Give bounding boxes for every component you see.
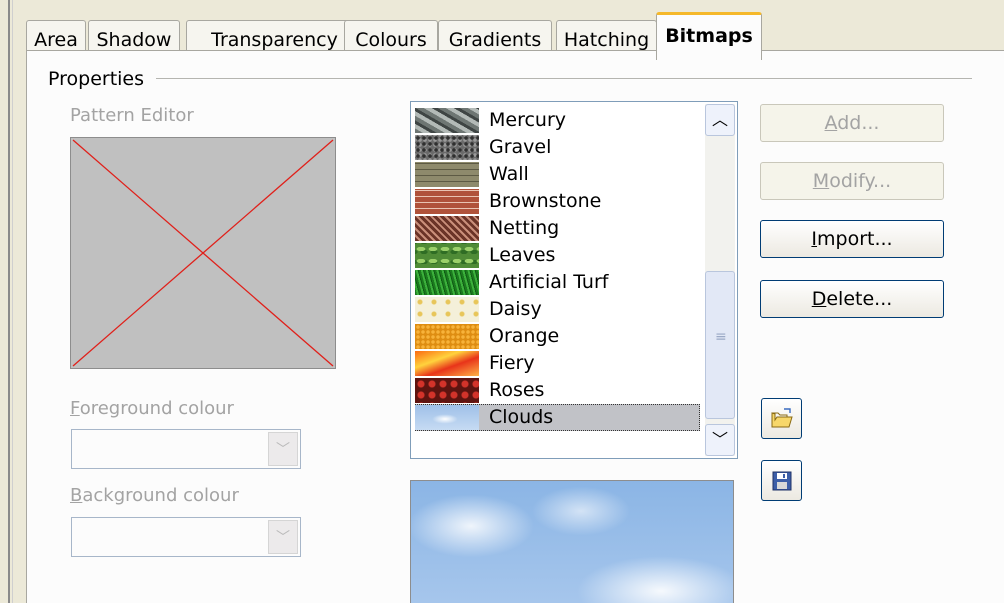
modify-button[interactable]: Modify... (760, 162, 944, 200)
load-bitmap-list-button[interactable] (761, 398, 802, 439)
foreground-colour-label: Foreground colour (70, 398, 234, 419)
bitmap-preview (410, 480, 734, 603)
tab-bitmaps[interactable]: Bitmaps (656, 12, 762, 60)
background-colour-label: Background colour (70, 485, 239, 506)
pattern-editor (70, 137, 336, 369)
gravel-thumbnail (415, 135, 479, 160)
list-item-label: Daisy (489, 298, 542, 320)
list-item-label: Wall (489, 163, 529, 185)
scroll-thumb[interactable]: ≡ (705, 271, 735, 419)
add-button[interactable]: Add... (760, 104, 944, 142)
list-item[interactable]: Fiery (415, 350, 700, 377)
list-item-label: Gravel (489, 136, 552, 158)
list-item-label: Clouds (489, 406, 554, 428)
list-item-label: Artificial Turf (489, 271, 609, 293)
bitmap-list[interactable]: Mercury Gravel Wall Brownstone Netting L… (410, 101, 738, 459)
list-item-label: Fiery (489, 352, 535, 374)
leaves-thumbnail (415, 243, 479, 268)
window-edge-highlight (12, 0, 13, 603)
open-folder-icon (771, 408, 793, 428)
fiery-thumbnail (415, 351, 479, 376)
chevron-down-icon: ﹀ (711, 430, 728, 449)
list-item[interactable]: Wall (415, 161, 700, 188)
list-scrollbar[interactable]: ︿ ≡ ﹀ (705, 104, 735, 456)
list-item[interactable]: Mercury (415, 107, 700, 134)
orange-thumbnail (415, 324, 479, 349)
list-item-label: Brownstone (489, 190, 602, 212)
floppy-disk-icon (772, 471, 792, 491)
import-button[interactable]: Import... (760, 220, 944, 258)
list-item[interactable]: Brownstone (415, 188, 700, 215)
wall-thumbnail (415, 162, 479, 187)
list-item-label: Leaves (489, 244, 556, 266)
list-item[interactable]: Roses (415, 377, 700, 404)
chevron-down-icon[interactable]: ﹀ (268, 432, 298, 466)
list-item[interactable]: Orange (415, 323, 700, 350)
foreground-colour-select[interactable]: ﹀ (71, 429, 301, 469)
list-item[interactable]: Netting (415, 215, 700, 242)
delete-button[interactable]: Delete... (760, 280, 944, 318)
clouds-thumbnail (415, 405, 479, 430)
roses-thumbnail (415, 378, 479, 403)
list-item-label: Netting (489, 217, 560, 239)
list-item[interactable]: Leaves (415, 242, 700, 269)
grip-icon: ≡ (715, 329, 727, 345)
netting-thumbnail (415, 216, 479, 241)
list-item-selected[interactable]: Clouds (415, 404, 700, 431)
scroll-down-button[interactable]: ﹀ (705, 424, 735, 456)
properties-separator (156, 78, 972, 79)
scroll-up-button[interactable]: ︿ (705, 104, 735, 136)
list-item[interactable]: Daisy (415, 296, 700, 323)
save-bitmap-list-button[interactable] (761, 460, 802, 501)
list-item[interactable]: Gravel (415, 134, 700, 161)
chevron-up-icon: ︿ (711, 110, 728, 129)
pattern-editor-label: Pattern Editor (70, 105, 194, 126)
window-edge (8, 0, 10, 603)
list-item-label: Mercury (489, 109, 567, 131)
mercury-thumbnail (415, 108, 479, 133)
list-item-label: Orange (489, 325, 560, 347)
properties-heading: Properties (48, 68, 145, 90)
chevron-down-icon[interactable]: ﹀ (268, 520, 298, 554)
list-item-label: Roses (489, 379, 545, 401)
list-item[interactable]: Artificial Turf (415, 269, 700, 296)
turf-thumbnail (415, 270, 479, 295)
background-colour-select[interactable]: ﹀ (71, 517, 301, 557)
daisy-thumbnail (415, 297, 479, 322)
brownstone-thumbnail (415, 189, 479, 214)
